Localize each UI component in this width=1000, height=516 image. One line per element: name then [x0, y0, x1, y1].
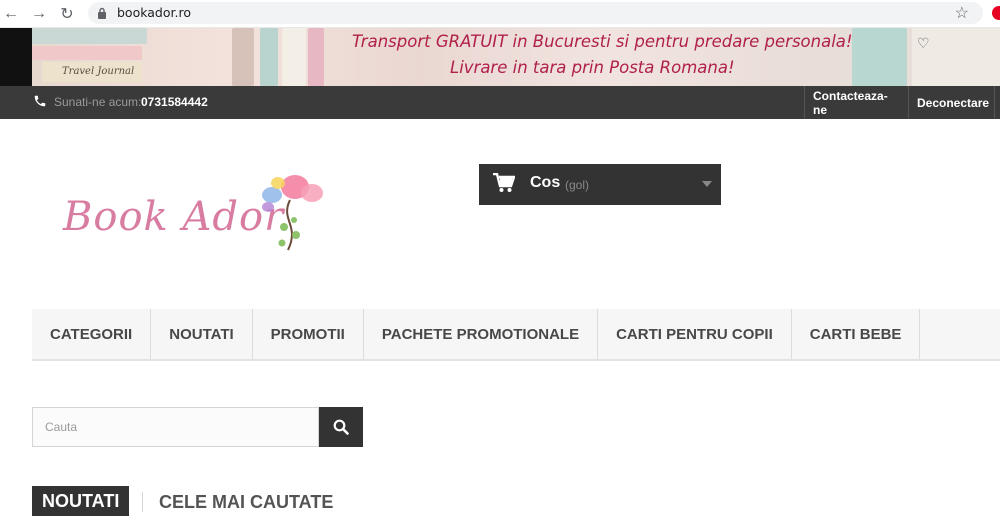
- search-input[interactable]: [33, 408, 318, 446]
- search-button[interactable]: [319, 407, 363, 447]
- menu-item-noutati[interactable]: NOUTATI: [151, 309, 253, 359]
- topbar-divider: [994, 86, 995, 119]
- banner-shipping-text: Transport GRATUIT in Bucuresti si pentru…: [352, 32, 853, 51]
- menu-item-label: CARTI PENTRU COPII: [616, 325, 773, 343]
- site-logo[interactable]: Book Ador: [55, 160, 345, 270]
- banner-book-decoration: [282, 28, 306, 86]
- phone-number[interactable]: 0731584442: [141, 95, 208, 109]
- forward-arrow-icon[interactable]: →: [28, 3, 50, 25]
- search-box: [32, 407, 319, 447]
- tab-divider: [142, 492, 143, 512]
- main-menu: CATEGORII NOUTATI PROMOTII PACHETE PROMO…: [32, 309, 1000, 361]
- menu-item-label: PROMOTII: [270, 325, 345, 343]
- tab-cele-mai-cautate[interactable]: CELE MAI CAUTATE: [159, 492, 333, 513]
- reload-icon[interactable]: ↻: [56, 3, 78, 25]
- menu-item-pachete-promotionale[interactable]: PACHETE PROMOTIONALE: [364, 309, 599, 359]
- chevron-down-icon: [702, 181, 712, 187]
- banner-book-decoration: [32, 28, 147, 44]
- menu-item-label: PACHETE PROMOTIONALE: [381, 325, 580, 343]
- menu-item-categorii[interactable]: CATEGORII: [32, 309, 152, 359]
- banner-left-edge: [0, 28, 32, 86]
- menu-item-label: NOUTATI: [169, 325, 234, 343]
- menu-item-label: CARTI BEBE: [809, 325, 902, 343]
- logout-link-label: Deconectare: [917, 95, 990, 110]
- banner-delivery-text: Livrare in tara prin Posta Romana!: [450, 58, 735, 77]
- banner-book-decoration: [32, 46, 142, 60]
- menu-item-label: CATEGORII: [50, 325, 133, 343]
- banner-journal-text: Travel Journal: [62, 66, 135, 77]
- back-arrow-icon[interactable]: ←: [0, 3, 22, 25]
- tab-label: CELE MAI CAUTATE: [159, 492, 334, 512]
- butterfly-flower-icon: [262, 175, 323, 251]
- cart-dropdown[interactable]: Cos (gol): [479, 164, 721, 205]
- phone-label: Sunati-ne acum:: [54, 95, 142, 109]
- lock-icon: [98, 7, 106, 19]
- tab-noutati[interactable]: NOUTATI: [32, 486, 130, 516]
- banner-book-decoration: [232, 28, 254, 86]
- tab-label: NOUTATI: [42, 490, 120, 511]
- search-icon: [333, 419, 349, 435]
- cart-count: (gol): [565, 178, 590, 192]
- cart-label: Cos: [530, 174, 561, 191]
- promo-banner[interactable]: Travel Journal Transport GRATUIT in Bucu…: [32, 28, 1000, 86]
- logout-link[interactable]: Deconectare: [908, 86, 994, 119]
- menu-item-promotii[interactable]: PROMOTII: [253, 309, 364, 359]
- contact-link-label: Contacteaza-ne: [813, 88, 888, 117]
- phone-icon: [34, 95, 46, 107]
- menu-item-carti-pentru-copii[interactable]: CARTI PENTRU COPII: [598, 309, 792, 359]
- contact-link[interactable]: Contacteaza-ne: [804, 86, 908, 119]
- browser-toolbar: ← → ↻ bookador.ro ☆: [0, 0, 1000, 28]
- bookmark-star-icon[interactable]: ☆: [955, 3, 969, 23]
- menu-item-carti-bebe[interactable]: CARTI BEBE: [792, 309, 921, 359]
- address-bar[interactable]: bookador.ro ☆: [88, 2, 983, 24]
- address-url: bookador.ro: [117, 5, 191, 20]
- pinterest-extension-icon[interactable]: [992, 6, 1000, 20]
- banner-heart-decoration: ♡: [917, 36, 930, 52]
- banner-book-decoration: [260, 28, 278, 86]
- top-nav-bar: Sunati-ne acum: 0731584442 Contacteaza-n…: [0, 86, 1000, 119]
- banner-book-decoration: [852, 28, 907, 86]
- shopping-cart-icon: [493, 173, 515, 192]
- banner-book-decoration: [308, 28, 324, 86]
